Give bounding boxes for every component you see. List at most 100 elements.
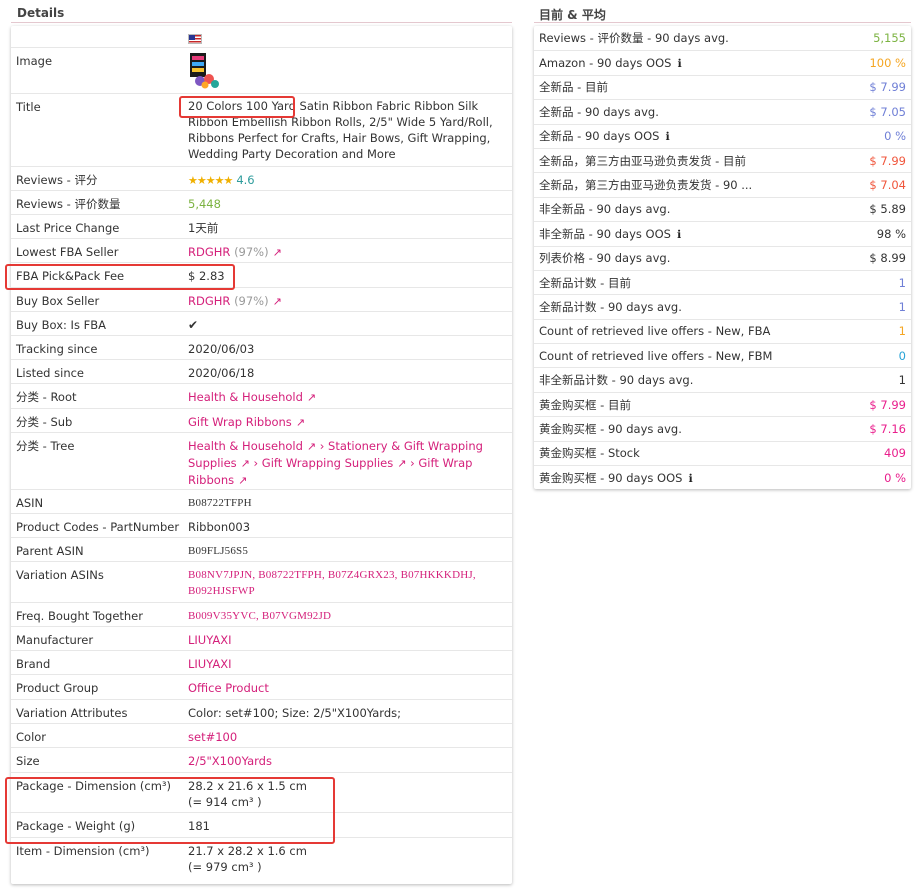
external-link-icon[interactable]: ↗ [273,294,282,310]
part-number-label: Product Codes - PartNumber [16,520,180,534]
external-link-icon[interactable]: ↗ [241,456,250,472]
info-icon[interactable]: ℹ [665,130,669,143]
lowest-fba-seller-label: Lowest FBA Seller [16,245,119,259]
category-tree-label: 分类 - Tree [16,439,75,453]
brand-row: Brand LIUYAXI [11,650,512,674]
product-group-row: Product Group Office Product [11,674,512,699]
stat-label: 全新品，第三方由亚马逊负责发货 - 90 ... [539,178,753,193]
info-icon[interactable]: ℹ [677,57,681,70]
external-link-icon[interactable]: ↗ [307,390,316,406]
category-root-label: 分类 - Root [16,390,77,404]
category-sub-link[interactable]: Gift Wrap Ribbons [188,415,292,429]
stat-label: 非全新品 - 90 days OOS ℹ [539,226,682,241]
category-root-link[interactable]: Health & Household [188,390,303,404]
stat-value: $ 7.16 [869,421,906,436]
stat-label: 非全新品 - 90 days avg. [539,202,671,217]
stat-row: 非全新品计数 - 90 days avg. 1 [534,367,911,391]
freq-bought-value[interactable]: B009V35YVC, B07VGM92JD [184,603,512,624]
stat-row: Amazon - 90 days OOS ℹ 100 % [534,50,911,74]
asin-value: B08722TFPH [188,497,252,509]
freq-bought-row: Freq. Bought Together B009V35YVC, B07VGM… [11,602,512,626]
stat-label: Count of retrieved live offers - New, FB… [539,348,773,363]
stat-row: 非全新品 - 90 days OOS ℹ 98 % [534,221,911,245]
variation-asins-row: Variation ASINs B08NV7JPJN, B08722TFPH, … [11,561,512,602]
image-row: Image [11,47,512,93]
product-image[interactable] [188,51,222,89]
stat-label: 黄金购买框 - Stock [539,446,640,461]
stat-row: Reviews - 评价数量 - 90 days avg. 5,155 [534,26,911,50]
reviews-row: Reviews - 评分 ★★★★★ 4.6 [11,166,512,190]
color-link[interactable]: set#100 [184,724,512,745]
reviews-label: Reviews - 评分 [16,173,98,187]
details-title-rule [11,22,512,23]
external-link-icon[interactable]: ↗ [273,245,282,261]
flag-row [11,26,512,47]
asin-row: ASIN B08722TFPH [11,489,512,513]
last-price-change-row: Last Price Change 1天前 [11,214,512,238]
size-link[interactable]: 2/5"X100Yards [184,748,512,769]
external-link-icon[interactable]: ↗ [296,415,305,431]
listed-since-value: 2020/06/18 [188,366,255,380]
stat-label: 全新品 - 90 days avg. [539,104,659,119]
stat-row: Count of retrieved live offers - New, FB… [534,343,911,367]
buy-box-fba-row: Buy Box: Is FBA ✔ [11,311,512,335]
stat-value: 98 % [876,226,906,241]
external-link-icon[interactable]: ↗ [307,439,316,455]
category-sub-label: 分类 - Sub [16,415,73,429]
parent-asin-value: B09FLJ56S5 [188,545,249,557]
tracking-since-value: 2020/06/03 [188,342,255,356]
checkmark-icon: ✔ [188,318,199,332]
brand-label: Brand [16,657,51,671]
stat-value: 1 [898,275,906,290]
stat-row: 黄金购买框 - 90 days OOS ℹ 0 % [534,465,911,489]
stat-value: 100 % [869,56,906,71]
category-tree: Health & Household ↗ › Stationery & Gift … [184,433,512,489]
part-number-row: Product Codes - PartNumber Ribbon003 [11,513,512,537]
tree-sep: › [319,439,325,453]
tree-link-3[interactable]: Gift Wrapping Supplies [262,456,393,470]
variation-asins-value[interactable]: B08NV7JPJN, B08722TFPH, B07Z4GRX23, B07H… [184,562,512,599]
variation-attributes-value: Color: set#100; Size: 2/5"X100Yards; [188,706,401,720]
listed-since-label: Listed since [16,366,85,380]
parent-asin-label: Parent ASIN [16,544,84,558]
stat-value: 5,155 [873,31,906,46]
stat-row: 全新品 - 90 days avg. $ 7.05 [534,99,911,123]
buy-box-seller-link[interactable]: RDGHR [188,294,230,308]
stat-value: $ 8.99 [869,251,906,266]
asin-label: ASIN [16,496,44,510]
stat-label: Count of retrieved live offers - New, FB… [539,324,771,339]
tracking-since-label: Tracking since [16,342,98,356]
stat-label: 列表价格 - 90 days avg. [539,251,671,266]
last-price-change-value: 1天前 [188,221,219,235]
stat-value: 1 [898,324,906,339]
current-avg-rows: Reviews - 评价数量 - 90 days avg. 5,155 Amazon… [534,26,911,489]
stat-value: 0 [898,348,906,363]
tree-link-1[interactable]: Health & Household [188,439,303,453]
stat-value: 0 % [884,470,906,485]
size-row: Size 2/5"X100Yards [11,747,512,772]
category-sub-row: 分类 - Sub Gift Wrap Ribbons ↗ [11,408,512,432]
manufacturer-link[interactable]: LIUYAXI [184,627,512,648]
stat-row: 全新品计数 - 90 days avg. 1 [534,294,911,318]
brand-link[interactable]: LIUYAXI [184,651,512,672]
tracking-since-row: Tracking since 2020/06/03 [11,335,512,359]
stat-row: 黄金购买框 - 目前 $ 7.99 [534,391,911,416]
stat-value: 1 [898,373,906,388]
details-title: Details [17,6,65,20]
current-avg-title: 目前 & 平均 [539,8,606,22]
freq-bought-label: Freq. Bought Together [16,609,143,623]
external-link-icon[interactable]: ↗ [238,473,247,489]
tree-sep: › [410,456,415,470]
info-icon[interactable]: ℹ [688,472,692,485]
lowest-fba-seller-link[interactable]: RDGHR [188,245,230,259]
review-count-row: Reviews - 评价数量 5,448 [11,190,512,214]
rating-value: 4.6 [236,173,255,187]
external-link-icon[interactable]: ↗ [397,456,406,472]
product-group-link[interactable]: Office Product [184,675,512,696]
review-count-label: Reviews - 评价数量 [16,197,121,211]
stat-row: 全新品 - 90 days OOS ℹ 0 % [534,123,911,148]
info-icon[interactable]: ℹ [677,228,681,241]
listed-since-row: Listed since 2020/06/18 [11,359,512,383]
stat-value: $ 5.89 [869,202,906,217]
part-number-value: Ribbon003 [188,520,251,534]
